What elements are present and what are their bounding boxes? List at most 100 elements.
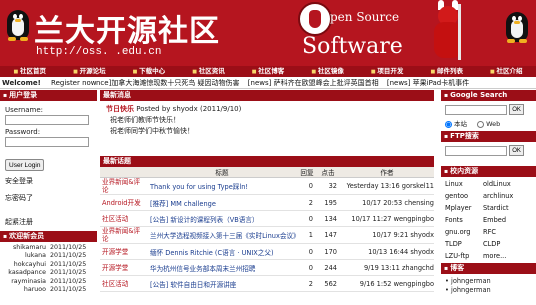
topic-title[interactable]: 兰州大学选程视频接入第十三届《实时Linux会议》现场	[146, 226, 298, 244]
topic-title[interactable]: [公告] 新设计的课程列表（VB语言）	[146, 210, 298, 227]
topic-category[interactable]: 社区活动	[100, 210, 146, 227]
table-row: 业界新闻&评论 兰州大学选程视频接入第十三届《实时Linux会议》现场 1 14…	[100, 226, 434, 244]
topic-category[interactable]: Android开发	[100, 194, 146, 211]
topic-title[interactable]: [公告] 软件自由日和开源讲座	[146, 275, 298, 292]
radio-site-label: 本站	[454, 120, 467, 128]
gnu-logo-icon	[298, 2, 332, 36]
radio-web[interactable]	[477, 120, 485, 128]
topic-author[interactable]: 10/17 9:21 shyodx	[340, 226, 434, 244]
resource-link[interactable]: Embed	[483, 216, 535, 224]
topic-category[interactable]: 业界新闻&评论	[100, 226, 146, 244]
ticker-item[interactable]: [news] 苹果iPad卡机事件	[387, 79, 469, 87]
topic-category[interactable]: 开源学堂	[100, 243, 146, 260]
site-title: 兰大开源社区	[34, 14, 220, 49]
software-text: Software	[302, 34, 403, 59]
radio-web-label: Web	[486, 120, 501, 128]
blog-item[interactable]: johngerman	[445, 286, 532, 295]
nav-blog[interactable]: 社区博客	[238, 66, 298, 77]
topic-title[interactable]: 华为杭州信号业务部本周末兰州招聘	[146, 259, 298, 276]
google-search-ok-button[interactable]: OK	[509, 104, 524, 115]
topic-title[interactable]: 缅怀 Dennis Ritchie (C语言 · UNIX之父)	[146, 243, 298, 260]
topic-author[interactable]: 9/16 1:52 wengpingbo	[340, 275, 434, 292]
resource-link[interactable]: Linux	[445, 180, 483, 188]
welcome-text: Welcome!	[2, 79, 41, 87]
nav-download[interactable]: 下载中心	[119, 66, 179, 77]
nav-projects[interactable]: 项目开发	[357, 66, 417, 77]
tux-penguin-icon	[503, 6, 531, 44]
news-line: 祝老师们教师节快乐！	[110, 116, 180, 124]
resource-link[interactable]: TLDP	[445, 240, 483, 248]
nav-about[interactable]: 社区介绍	[477, 66, 536, 77]
ticker-item[interactable]: nce]加拿大海滩惊现数十只死鸟 疑因动物伤害	[96, 79, 240, 87]
news-title[interactable]: 节日快乐	[106, 105, 134, 113]
right-sidebar: Google Search OK 本站 Web FTP搜索 OK 校内资源 Li…	[441, 90, 536, 305]
google-search-form: OK 本站 Web	[441, 101, 536, 131]
topic-category[interactable]: 开源学堂	[100, 259, 146, 276]
topic-clicks: 147	[316, 226, 340, 244]
topic-replies: 2	[298, 275, 316, 292]
resource-link[interactable]: RFC	[483, 228, 535, 236]
member-row[interactable]: rayminasia 2011/10/25	[0, 278, 97, 286]
topic-category[interactable]: 业界新闻&评论	[100, 177, 146, 195]
blog-item[interactable]: johngerman	[445, 277, 532, 286]
member-row[interactable]: haruoo 2011/10/25	[0, 286, 97, 294]
register-link[interactable]: Register now	[51, 79, 97, 87]
nav-mailing-list[interactable]: 邮件列表	[417, 66, 477, 77]
resource-link[interactable]: Fonts	[445, 216, 483, 224]
new-members-list: shikamaru 2011/10/25 lukana 2011/10/25 hok…	[0, 244, 97, 294]
resource-link[interactable]: oldLinux	[483, 180, 535, 188]
resource-link[interactable]: Stardict	[483, 204, 535, 212]
member-row[interactable]: hokcayhui 2011/10/25	[0, 261, 97, 269]
resource-link[interactable]: gnu.org	[445, 228, 483, 236]
tux-penguin-icon	[4, 4, 32, 42]
resource-link[interactable]: LZU-ftp	[445, 252, 483, 260]
nav-home[interactable]: 社区首页	[0, 66, 60, 77]
col-replies: 回复	[298, 167, 316, 178]
ftp-search-form: OK	[441, 142, 536, 166]
latest-topics-header: 最新话题	[100, 156, 434, 167]
username-input[interactable]	[5, 115, 89, 125]
ftp-search-input[interactable]	[445, 145, 507, 156]
topic-author[interactable]: Yesterday 13:16 gorskel11	[340, 177, 434, 195]
topic-clicks: 195	[316, 194, 340, 211]
topic-clicks: 170	[316, 243, 340, 260]
nav-mirror[interactable]: 社区镜像	[298, 66, 358, 77]
ftp-search-ok-button[interactable]: OK	[509, 145, 524, 156]
col-title: 标题	[146, 167, 298, 178]
topic-author[interactable]: 10/17 11:27 wengpingbo	[340, 210, 434, 227]
resource-link[interactable]: CLDP	[483, 240, 535, 248]
topics-header-row: 标题 回复 点击 作者	[100, 167, 434, 178]
login-form: Username: Password: User Login	[0, 101, 97, 173]
login-panel-header: 用户登录	[0, 90, 97, 101]
google-search-header: Google Search	[441, 90, 536, 101]
table-row: 业界新闻&评论 Thank you for using Type踩ln! 0 3…	[100, 177, 434, 195]
topic-category[interactable]: 社区活动	[100, 275, 146, 292]
nav-news[interactable]: 社区资讯	[179, 66, 239, 77]
topic-author[interactable]: 9/19 13:11 zhangchd	[340, 259, 434, 276]
password-input[interactable]	[5, 137, 89, 147]
nav-forum[interactable]: 开源论坛	[60, 66, 120, 77]
member-row[interactable]: kasadpance 2011/10/25	[0, 269, 97, 277]
table-row: 社区活动 [公告] 软件自由日和开源讲座 2 562 9/16 1:52 wen…	[100, 275, 434, 292]
google-search-input[interactable]	[445, 104, 507, 115]
new-members-header: 欢迎新会员	[0, 231, 97, 242]
member-row[interactable]: shikamaru 2011/10/25	[0, 244, 97, 252]
col-author: 作者	[340, 167, 434, 178]
topic-author[interactable]: 10/13 16:44 shyodx	[340, 243, 434, 260]
resource-link[interactable]: gentoo	[445, 192, 483, 200]
forgot-password-link[interactable]: 忘密码了	[0, 193, 97, 203]
resource-link[interactable]: archlinux	[483, 192, 535, 200]
login-button[interactable]: User Login	[5, 159, 45, 171]
resource-link[interactable]: more...	[483, 252, 535, 260]
ticker-item[interactable]: [news] 萨科齐在欧盟峰会上批评英国首相	[248, 79, 379, 87]
topic-title[interactable]: [推荐] MM challenge	[146, 194, 298, 211]
topic-title[interactable]: Thank you for using Type踩ln!	[146, 177, 298, 195]
site-banner: 兰大开源社区 http://oss. .edu.cn pen Source So…	[0, 0, 536, 66]
site-url: http://oss. .edu.cn	[36, 46, 162, 58]
safe-login-link[interactable]: 安全登录	[0, 176, 97, 186]
member-row[interactable]: lukana 2011/10/25	[0, 252, 97, 260]
register-now-link[interactable]: 起紧注册	[0, 217, 97, 227]
radio-site[interactable]	[445, 120, 452, 128]
resource-link[interactable]: Mplayer	[445, 204, 483, 212]
topic-author[interactable]: 10/17 20:53 chensing	[340, 194, 434, 211]
